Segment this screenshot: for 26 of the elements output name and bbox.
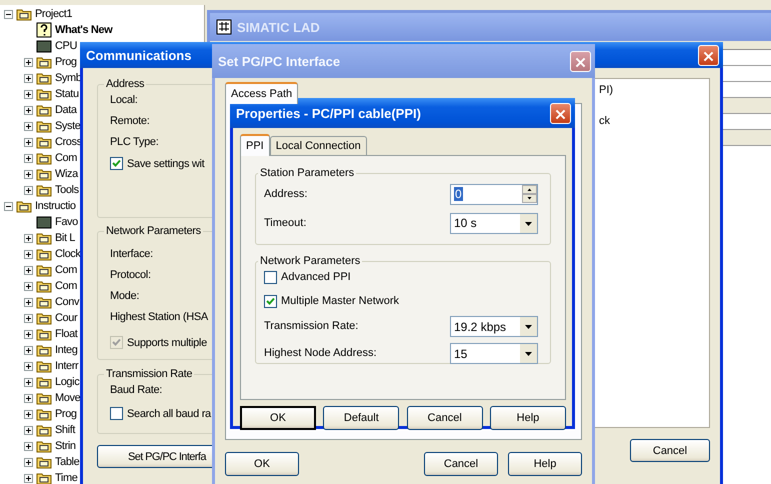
group-label: Network Parameters [105,225,202,237]
checkbox-label: Save settings wit [127,158,204,170]
field-label: Address: [264,188,308,200]
window-title: Set PG/PC Interface [218,54,340,68]
field-label: Highest Station (HSA [110,311,208,324]
field-label: Highest Node Address: [264,347,377,360]
checkbox-label: Search all baud ra [127,408,211,420]
checkbox-label: Supports multiple [127,336,207,348]
checkbox-label: Multiple Master Network [281,295,399,307]
group-label: Network Parameters [259,255,362,267]
field-label: Local: [110,94,138,107]
field-label: Protocol: [110,269,151,282]
field-label: Mode: [110,290,140,303]
group-label: Station Parameters [259,167,356,179]
field-label: Interface: [110,248,153,261]
field-label: PLC Type: [110,136,158,149]
field-label: Remote: [110,115,150,128]
window-title: SIMATIC LAD [237,20,320,34]
field-label: Timeout: [264,216,306,230]
window-title: Communications [86,48,192,62]
field-label: Baud Rate: [110,384,162,397]
group-label: Transmission Rate [105,368,194,380]
group-label: Address [105,78,146,90]
checkbox-label: Advanced PPI [281,271,351,283]
window-title: Properties - PC/PPI cable(PPI) [236,106,421,120]
field-label: Transmission Rate: [264,320,358,333]
